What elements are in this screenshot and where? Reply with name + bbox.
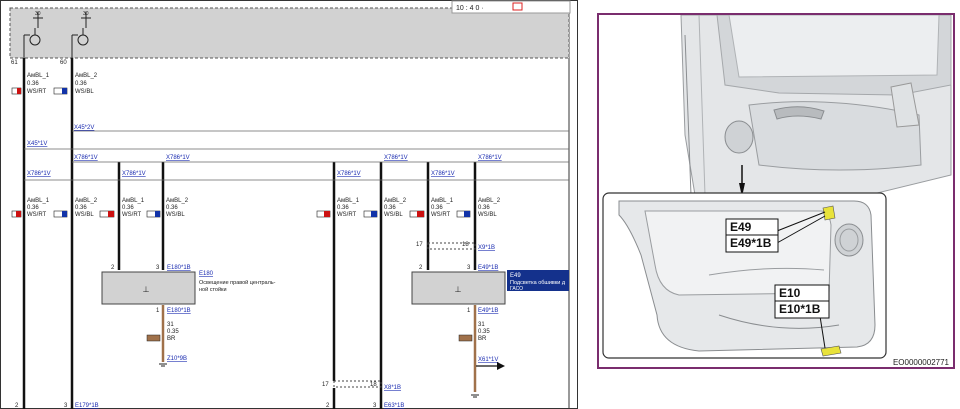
wire-label: 0.36	[478, 205, 490, 211]
wire-label: WS/RT	[122, 212, 142, 218]
wire-label: AмBL_2	[478, 198, 501, 204]
wire-label: AмBL_1	[337, 198, 360, 204]
pin-label: 1	[156, 308, 160, 314]
wire-label: WS/RT	[27, 89, 47, 95]
wire-label: 31	[478, 322, 485, 328]
pin-label: 17	[322, 382, 329, 388]
wiring-diagram: 10 : 4 0 · 30 30 61 60 X45*2V X45*1V X78…	[0, 0, 578, 409]
svg-text:⊥: ⊥	[143, 285, 150, 294]
wire-label: 0.36	[384, 205, 396, 211]
pin-label: 18	[370, 382, 377, 388]
wire-label: WS/BL	[166, 212, 185, 218]
label-e49-1b: E49*1B	[730, 236, 772, 250]
connector-x786-1v-f[interactable]: X786*1V	[122, 171, 146, 177]
wire-label: AмBL_1	[27, 198, 50, 204]
wire-label: 0.36	[431, 205, 443, 211]
component-e180-desc2: ной стойки	[199, 286, 227, 293]
label-e10-1b: E10*1B	[779, 302, 821, 316]
wire-label: 0.35	[478, 329, 490, 335]
wiring-diagram-panel: 10 : 4 0 · 30 30 61 60 X45*2V X45*1V X78…	[0, 0, 578, 409]
wire-label: AмBL_2	[384, 198, 407, 204]
connector-e49-1b-bot[interactable]: E49*1B	[478, 308, 498, 314]
wire-label: WS/RT	[337, 212, 357, 218]
connector-z10-9b[interactable]: Z10*9B	[167, 356, 187, 362]
wire-label: WS/BL	[384, 212, 403, 218]
connector-x45-1v[interactable]: X45*1V	[27, 141, 47, 147]
connector-x786-1v-c[interactable]: X786*1V	[384, 155, 408, 161]
connector-x8-1b[interactable]: X8*1B	[384, 385, 401, 391]
component-e49-desc2: ГАСО	[510, 286, 523, 292]
connector-x45-2v[interactable]: X45*2V	[74, 125, 94, 131]
door-illustration: E49 E49*1B E10 E10*1B EO0000002771	[599, 15, 953, 367]
wire-label: 0.36	[27, 205, 39, 211]
connector-e180-1b-bot[interactable]: E180*1B	[167, 308, 191, 314]
wire-label: 0.36	[166, 205, 178, 211]
wire-label: 0.35	[167, 329, 179, 335]
wire-label: AмBL_1	[122, 198, 145, 204]
component-e49-id: E49	[510, 273, 521, 279]
svg-text:⊥: ⊥	[455, 285, 462, 294]
wire-label: 0.36	[27, 81, 39, 87]
pin-label: 1	[467, 308, 471, 314]
label-e10: E10	[779, 286, 801, 300]
connector-e49-1b-top[interactable]: E49*1B	[478, 265, 498, 271]
pin-label: 17	[416, 242, 423, 248]
connector-x9-1b[interactable]: X9*1B	[478, 245, 495, 251]
toolbar-text: 10 : 4 0 ·	[456, 5, 484, 12]
wire-label: AмBL_2	[75, 198, 98, 204]
connector-e180-1b-top[interactable]: E180*1B	[167, 265, 191, 271]
wire-label: BR	[478, 336, 487, 342]
pin-label: 3	[467, 265, 471, 271]
wire-label: WS/RT	[27, 212, 47, 218]
pin-label: 2	[111, 265, 115, 271]
wire-label: 31	[167, 322, 174, 328]
connector-x786-1v-h[interactable]: X786*1V	[431, 171, 455, 177]
wire-label: WS/BL	[75, 89, 94, 95]
wire-label: 0.36	[75, 81, 87, 87]
door-location-panel: E49 E49*1B E10 E10*1B EO0000002771	[597, 13, 955, 369]
pin-60: 60	[60, 60, 67, 66]
connector-e49-marker[interactable]	[822, 205, 836, 221]
svg-text:30: 30	[35, 11, 41, 17]
connector-x61-1v[interactable]: X61*1V	[478, 357, 498, 363]
svg-text:30: 30	[83, 11, 89, 17]
wire-label: 0.36	[75, 205, 87, 211]
connector-x786-1v-g[interactable]: X786*1V	[337, 171, 361, 177]
connector-x786-1v-d[interactable]: X786*1V	[478, 155, 502, 161]
wire-label: WS/RT	[431, 212, 451, 218]
wire-label: AмBL_1	[431, 198, 454, 204]
image-caption: EO0000002771	[893, 358, 950, 367]
wire-label: AмBL_1	[27, 73, 50, 79]
connector-x786-1v-b[interactable]: X786*1V	[166, 155, 190, 161]
wire-label: WS/BL	[478, 212, 497, 218]
pin-61: 61	[11, 60, 18, 66]
component-e180-id[interactable]: E180	[199, 271, 214, 277]
wire-label: AмBL_2	[166, 198, 189, 204]
pin-label: 2	[419, 265, 423, 271]
label-e49: E49	[730, 220, 752, 234]
pin-label: 18	[462, 242, 469, 248]
wire-label: WS/BL	[75, 212, 94, 218]
component-e180-desc: Освещение правой централь-	[199, 279, 276, 286]
pin-label: 3	[156, 265, 160, 271]
wire-label: 0.36	[122, 205, 134, 211]
connector-e179-1b[interactable]: E179*1B	[75, 403, 99, 409]
connector-x786-1v-a[interactable]: X786*1V	[74, 155, 98, 161]
connector-x786-1v-e[interactable]: X786*1V	[27, 171, 51, 177]
wire-label: 0.36	[337, 205, 349, 211]
wire-label: BR	[167, 336, 176, 342]
connector-e63-1b[interactable]: E63*1B	[384, 403, 404, 409]
wire-label: AмBL_2	[75, 73, 98, 79]
